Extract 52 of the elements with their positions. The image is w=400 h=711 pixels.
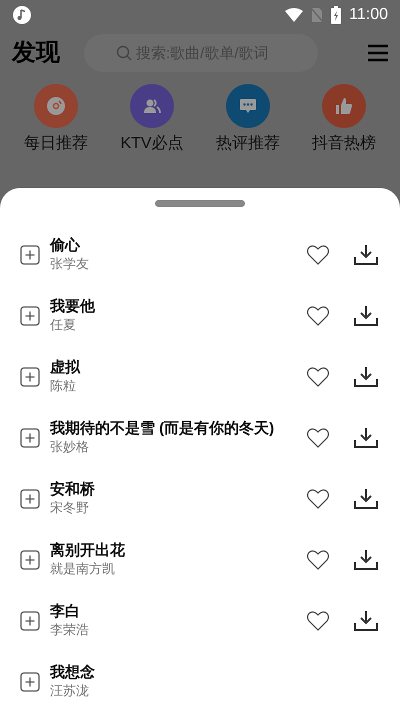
heart-icon[interactable]	[306, 304, 330, 326]
add-icon[interactable]	[20, 610, 40, 630]
artist-name: 宋冬野	[50, 499, 90, 517]
no-sim-icon	[311, 7, 324, 23]
artist-name: 张妙格	[50, 438, 90, 456]
song-title[interactable]: 安和桥	[50, 480, 306, 499]
song-title[interactable]: 我期待的不是雪 (而是有你的冬天)	[50, 419, 306, 438]
shortcut-button[interactable]	[130, 84, 174, 128]
add-icon[interactable]	[20, 488, 40, 508]
artist-name: 任夏	[50, 316, 77, 334]
heart-icon[interactable]	[306, 610, 330, 632]
add-icon[interactable]	[20, 672, 40, 692]
music-note-icon	[12, 5, 32, 25]
battery-icon	[331, 6, 342, 24]
add-icon[interactable]	[20, 366, 40, 386]
download-icon[interactable]	[354, 426, 378, 448]
song-title[interactable]: 偷心	[50, 236, 306, 255]
thumb-up-icon	[334, 96, 354, 116]
heart-icon[interactable]	[306, 488, 330, 510]
shortcut-button[interactable]	[226, 84, 270, 128]
artist-name: 陈粒	[50, 377, 77, 395]
artist-name: 李荣浩	[50, 621, 90, 639]
menu-icon[interactable]	[368, 44, 388, 62]
download-icon[interactable]	[354, 610, 378, 632]
heart-icon[interactable]	[306, 244, 330, 266]
drag-handle[interactable]	[155, 200, 245, 207]
heart-icon[interactable]	[306, 548, 330, 570]
wifi-icon	[285, 8, 304, 22]
song-title[interactable]: 我要他	[50, 297, 306, 316]
shortcut-button[interactable]	[322, 84, 366, 128]
artist-name: 汪苏泷	[50, 682, 90, 700]
artist-name: 张学友	[50, 255, 90, 273]
page-title: 发现	[12, 38, 60, 68]
download-icon[interactable]	[354, 366, 378, 388]
disc-icon	[46, 96, 66, 116]
search-icon	[116, 45, 132, 61]
add-icon[interactable]	[20, 244, 40, 264]
download-icon[interactable]	[354, 488, 378, 510]
song-title[interactable]: 李白	[50, 602, 306, 621]
add-icon[interactable]	[20, 306, 40, 326]
artist-name: 就是南方凯	[50, 560, 116, 578]
song-title[interactable]: 我想念	[50, 663, 378, 682]
heart-icon[interactable]	[306, 426, 330, 448]
song-title[interactable]: 离别开出花	[50, 541, 306, 560]
status-time: 11:00	[349, 5, 388, 25]
download-icon[interactable]	[354, 548, 378, 570]
download-icon[interactable]	[354, 244, 378, 266]
download-icon[interactable]	[354, 304, 378, 326]
heart-icon[interactable]	[306, 366, 330, 388]
add-icon[interactable]	[20, 428, 40, 448]
add-icon[interactable]	[20, 550, 40, 570]
song-title[interactable]: 虚拟	[50, 358, 306, 377]
